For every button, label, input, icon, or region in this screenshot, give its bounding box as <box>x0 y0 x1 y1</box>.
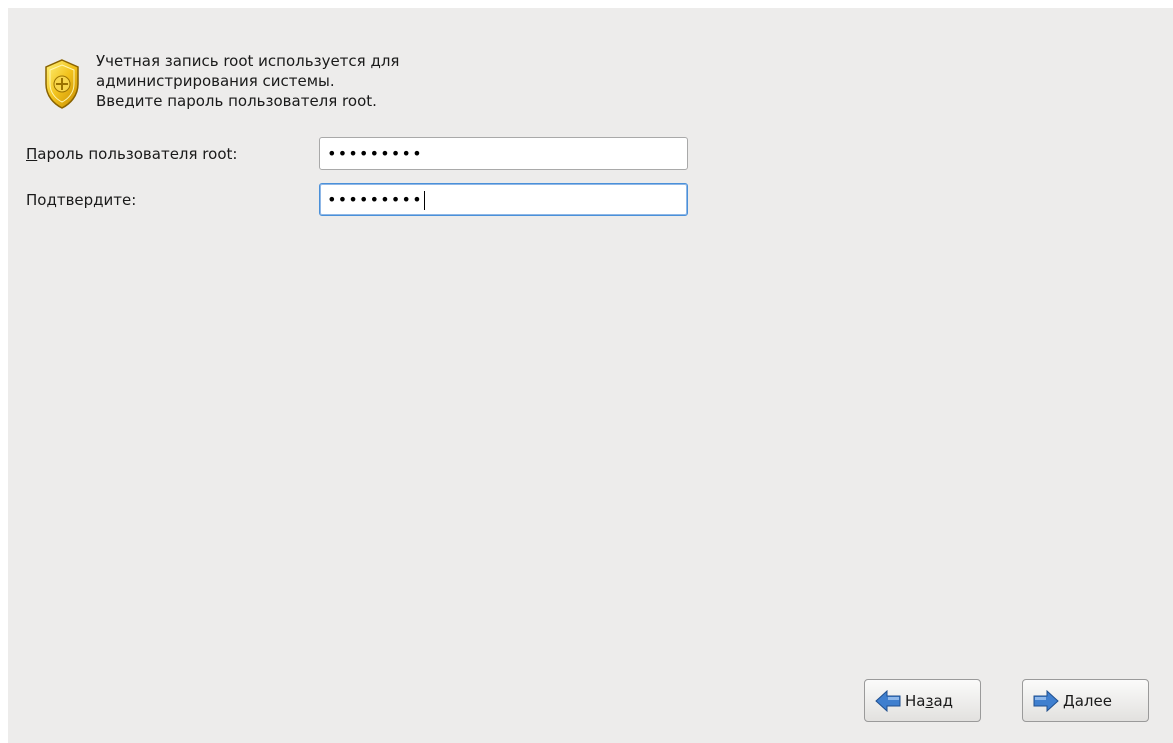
confirm-label-text-after: ите: <box>103 190 137 209</box>
back-label-before: На <box>905 691 926 710</box>
text-cursor <box>423 191 425 210</box>
next-label-after: алее <box>1074 691 1112 710</box>
next-button-label: Далее <box>1063 692 1112 710</box>
root-password-label-mnemonic: П <box>26 144 38 163</box>
root-password-row: Пароль пользователя root: ••••••••• <box>26 137 688 170</box>
root-password-value: ••••••••• <box>327 144 423 163</box>
arrow-left-icon <box>875 689 901 712</box>
next-label-mnemonic: Д <box>1063 691 1075 710</box>
root-password-label-text: ароль пользователя root: <box>37 144 238 163</box>
back-button-label: Назад <box>905 692 953 710</box>
confirm-password-field[interactable]: ••••••••• <box>319 183 688 216</box>
confirm-password-row: Подтвердите: ••••••••• <box>26 183 688 216</box>
intro-text: Учетная запись root используется для адм… <box>96 51 399 111</box>
confirm-password-label: Подтвердите: <box>26 191 319 209</box>
next-button[interactable]: Далее <box>1022 679 1149 722</box>
intro-line-1: Учетная запись root используется для <box>96 52 400 70</box>
back-button[interactable]: Назад <box>864 679 981 722</box>
root-password-label: Пароль пользователя root: <box>26 145 319 163</box>
confirm-password-value: ••••••••• <box>327 190 423 209</box>
intro-line-3: Введите пароль пользователя root. <box>96 92 377 110</box>
root-account-header: Учетная запись root используется для адм… <box>42 52 399 111</box>
back-label-after: ад <box>933 691 954 710</box>
arrow-right-icon <box>1033 689 1059 712</box>
installer-window <box>8 8 1173 743</box>
confirm-label-mnemonic: д <box>93 190 104 209</box>
intro-line-2: администрирования системы. <box>96 72 335 90</box>
root-password-field[interactable]: ••••••••• <box>319 137 688 170</box>
confirm-label-text-before: Подтвер <box>26 190 94 209</box>
shield-badge-icon <box>45 59 79 109</box>
